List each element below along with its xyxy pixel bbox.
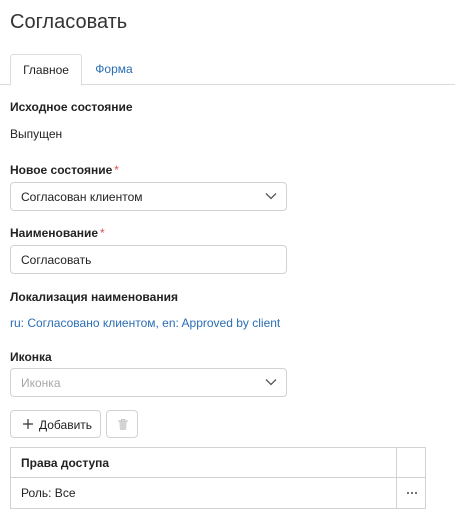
access-table: Права доступа Роль: Все <box>10 447 426 509</box>
source-state-label: Исходное состояние <box>10 100 133 114</box>
icon-select-placeholder: Иконка <box>21 376 61 390</box>
more-icon[interactable] <box>406 491 418 495</box>
tab-bar: Главное Форма <box>0 54 455 86</box>
chevron-down-icon <box>265 193 277 200</box>
name-label: Наименование * <box>10 226 105 240</box>
access-row-value: Роль: Все <box>21 486 76 500</box>
localization-label: Локализация наименования <box>10 290 178 304</box>
page-title: Согласовать <box>10 11 128 33</box>
chevron-down-icon <box>265 379 277 386</box>
delete-button[interactable] <box>106 410 138 438</box>
plus-icon <box>23 419 33 429</box>
access-header: Права доступа <box>21 456 110 470</box>
table-header-cell: Права доступа <box>11 448 397 477</box>
add-button[interactable]: Добавить <box>10 410 101 438</box>
required-marker: * <box>114 163 119 177</box>
required-marker: * <box>100 226 105 240</box>
name-label-text: Наименование <box>10 226 99 240</box>
table-header-action-cell <box>397 448 426 477</box>
table-row[interactable]: Роль: Все <box>11 478 425 508</box>
new-state-label: Новое состояние * <box>10 163 119 177</box>
new-state-select[interactable]: Согласован клиентом <box>10 182 287 211</box>
icon-select[interactable]: Иконка <box>10 368 287 397</box>
table-cell: Роль: Все <box>11 478 397 508</box>
table-header-row: Права доступа <box>11 448 425 478</box>
tab-form[interactable]: Форма <box>84 54 144 85</box>
name-input-value: Согласовать <box>21 253 92 267</box>
trash-icon <box>118 418 128 430</box>
row-actions[interactable] <box>397 478 426 508</box>
localization-link[interactable]: ru: Согласовано клиентом, en: Approved b… <box>10 316 280 330</box>
name-input[interactable]: Согласовать <box>10 245 287 274</box>
tab-main[interactable]: Главное <box>10 54 82 86</box>
source-state-value: Выпущен <box>10 127 63 141</box>
icon-label: Иконка <box>10 350 52 364</box>
new-state-label-text: Новое состояние <box>10 163 113 177</box>
new-state-select-value: Согласован клиентом <box>21 190 143 204</box>
add-button-label: Добавить <box>39 418 93 432</box>
